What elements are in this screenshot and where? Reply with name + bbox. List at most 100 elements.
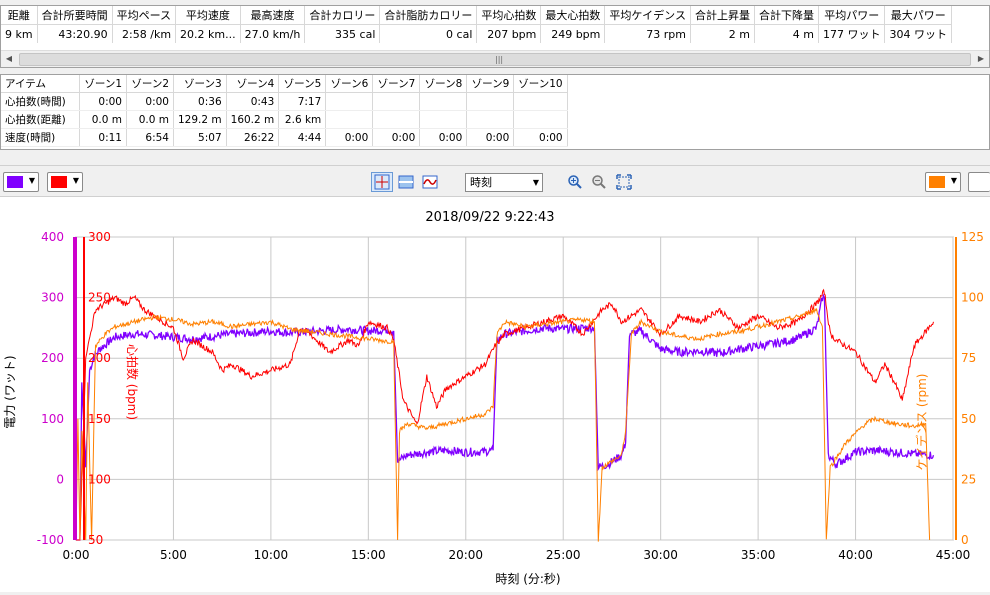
zone-row[interactable]: 心拍数(時間) 0:00 0:00 0:36 0:43 7:17 — [1, 92, 568, 111]
summary-col-header[interactable]: 合計上昇量 — [690, 6, 755, 25]
split-view-button[interactable] — [395, 172, 417, 192]
scroll-right-arrow-icon[interactable]: ▶ — [973, 51, 989, 67]
summary-cell: 2:58 /km — [112, 24, 177, 43]
zone-cell: 5:07 — [173, 128, 227, 147]
chart-title: 2018/09/22 9:22:43 — [425, 210, 554, 225]
summary-cell: 177 ワット — [818, 24, 886, 43]
scroll-left-arrow-icon[interactable]: ◀ — [1, 51, 17, 67]
zone-col-header[interactable]: ゾーン6 — [325, 75, 374, 93]
summary-header-row: 距離 合計所要時間 平均ペース 平均速度 最高速度 合計カロリー 合計脂肪カロリー 平均心拍数… — [1, 6, 952, 25]
zone-cell: 0:00 — [126, 92, 174, 111]
zone-col-header[interactable]: アイテム — [1, 75, 80, 93]
summary-col-header[interactable]: 平均ペース — [112, 6, 177, 25]
zone-col-header[interactable]: ゾーン4 — [226, 75, 280, 93]
summary-col-header[interactable]: 平均心拍数 — [476, 6, 542, 25]
zone-cell: 129.2 m — [173, 110, 227, 129]
summary-col-header[interactable]: 合計脂肪カロリー — [379, 6, 478, 25]
crosshair-mode-button[interactable] — [371, 172, 393, 192]
zone-cell — [513, 92, 568, 111]
zone-col-header[interactable]: ゾーン10 — [513, 75, 568, 93]
x-tick-label: 25:00 — [546, 548, 581, 562]
summary-cell: 304 ワット — [884, 24, 952, 43]
x-axis-mode-value: 時刻 — [470, 176, 492, 189]
summary-horizontal-scrollbar[interactable]: ◀ ||| ▶ — [1, 50, 989, 67]
y-tick-label-axis-2: 125 — [961, 230, 984, 244]
zone-row[interactable]: 速度(時間) 0:11 6:54 5:07 26:22 4:44 0:00 0:00 0:00 0… — [1, 128, 568, 147]
summary-col-header[interactable]: 最大心拍数 — [540, 6, 606, 25]
chevron-down-icon: ▼ — [72, 176, 79, 185]
zone-col-header[interactable]: ゾーン7 — [372, 75, 421, 93]
cadence-color-swatch — [929, 176, 945, 188]
zone-col-header[interactable]: ゾーン2 — [126, 75, 174, 93]
power-color-picker[interactable]: ▼ — [3, 172, 39, 192]
summary-col-header[interactable]: 平均速度 — [175, 6, 241, 25]
heart-rate-axis-label: 心拍数 (bpm) — [125, 344, 140, 420]
summary-col-header[interactable]: 最大パワー — [884, 6, 952, 25]
heart-rate-color-picker[interactable]: ▼ — [47, 172, 83, 192]
graph-mode-button[interactable] — [419, 172, 441, 192]
summary-cell: 43:20.90 — [37, 24, 113, 43]
zone-cell: 0.0 m — [79, 110, 127, 129]
zone-cell: 速度(時間) — [1, 128, 80, 147]
extra-color-picker[interactable] — [968, 172, 990, 192]
zone-col-header[interactable]: ゾーン1 — [79, 75, 127, 93]
activity-chart[interactable]: 2018/09/22 9:22:43 0:00 5:00 10:00 15:00 20:… — [0, 197, 990, 592]
summary-cell: 335 cal — [304, 24, 381, 43]
y-tick-label-axis-2: 75 — [961, 351, 976, 365]
x-tick-label: 10:00 — [254, 548, 289, 562]
zoom-out-button[interactable] — [588, 172, 610, 192]
zone-cell: 4:44 — [278, 128, 327, 147]
zone-cell: 0:00 — [419, 128, 468, 147]
x-tick-label: 40:00 — [838, 548, 873, 562]
summary-cell: 4 m — [754, 24, 819, 43]
y-tick-label-axis-2: 100 — [961, 291, 984, 305]
chart-area: 2018/09/22 9:22:43 0:00 5:00 10:00 15:00 20:… — [0, 197, 990, 592]
cadence-color-picker[interactable]: ▼ — [925, 172, 961, 192]
y-tick-label-axis-0: -100 — [37, 533, 64, 547]
summary-col-header[interactable]: 平均パワー — [818, 6, 886, 25]
zone-cell — [466, 92, 515, 111]
zone-cell — [419, 92, 468, 111]
zone-col-header[interactable]: ゾーン5 — [278, 75, 327, 93]
zone-cell: 0:36 — [173, 92, 227, 111]
crosshair-icon — [374, 174, 390, 190]
zone-cell: 心拍数(距離) — [1, 110, 80, 129]
x-tick-label: 20:00 — [448, 548, 483, 562]
y-tick-label-axis-0: 400 — [41, 230, 64, 244]
zone-cell — [325, 110, 374, 129]
zone-cell: 26:22 — [226, 128, 280, 147]
x-tick-label: 5:00 — [160, 548, 187, 562]
chevron-down-icon: ▼ — [950, 176, 957, 185]
x-tick-label: 45:00 — [936, 548, 971, 562]
zone-col-header[interactable]: ゾーン9 — [466, 75, 515, 93]
x-axis-label: 時刻 (分:秒) — [495, 572, 560, 586]
zoom-in-button[interactable] — [564, 172, 586, 192]
zone-cell: 7:17 — [278, 92, 327, 111]
fit-view-button[interactable] — [613, 172, 635, 192]
zone-col-header[interactable]: ゾーン8 — [419, 75, 468, 93]
y-tick-label-axis-1: 300 — [88, 230, 111, 244]
summary-col-header[interactable]: 合計所要時間 — [37, 6, 113, 25]
scrollbar-thumb[interactable]: ||| — [19, 53, 971, 66]
y-tick-label-axis-0: 200 — [41, 351, 64, 365]
plot-area — [75, 236, 954, 541]
zone-header-row: アイテム ゾーン1 ゾーン2 ゾーン3 ゾーン4 ゾーン5 ゾーン6 ゾーン7 ゾーン8 ゾーン9… — [1, 75, 568, 93]
zone-col-header[interactable]: ゾーン3 — [173, 75, 227, 93]
summary-col-header[interactable]: 距離 — [1, 6, 38, 25]
summary-values-row: 9 km 43:20.90 2:58 /km 20.2 km... 27.0 km/h 3… — [1, 24, 952, 43]
summary-cell: 27.0 km/h — [240, 24, 306, 43]
y-tick-label-axis-0: 300 — [41, 291, 64, 305]
x-axis-mode-select[interactable]: 時刻 ▼ — [465, 173, 543, 192]
y-tick-label-axis-1: 150 — [88, 412, 111, 426]
zone-row[interactable]: 心拍数(距離) 0.0 m 0.0 m 129.2 m 160.2 m 2.6 km — [1, 110, 568, 129]
summary-cell: 2 m — [690, 24, 755, 43]
zoom-in-icon — [568, 175, 582, 189]
y-tick-label-axis-0: 0 — [56, 472, 64, 486]
y-tick-label-axis-2: 0 — [961, 533, 969, 547]
summary-col-header[interactable]: 平均ケイデンス — [604, 6, 691, 25]
zone-cell: 0.0 m — [126, 110, 174, 129]
summary-col-header[interactable]: 最高速度 — [240, 6, 306, 25]
summary-col-header[interactable]: 合計下降量 — [754, 6, 819, 25]
summary-col-header[interactable]: 合計カロリー — [304, 6, 381, 25]
zoom-out-icon — [592, 175, 606, 189]
